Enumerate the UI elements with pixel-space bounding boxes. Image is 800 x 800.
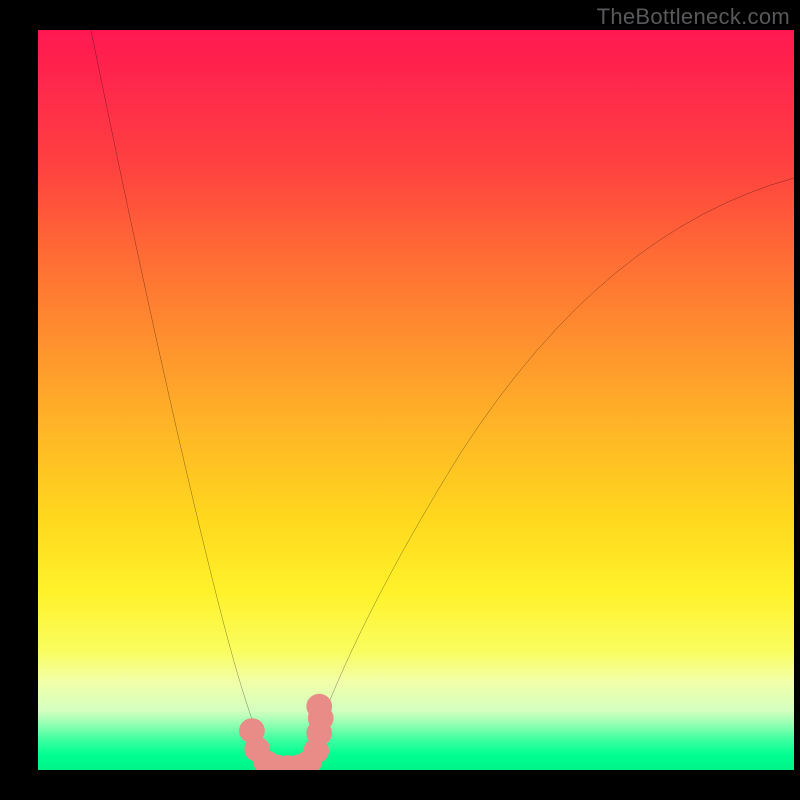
left-curve-path [91,30,265,752]
plot-area [38,30,794,770]
bottom-marker-group [239,694,334,770]
curve-overlay [38,30,794,770]
right-curve-path [310,178,794,752]
chart-container: TheBottleneck.com [0,0,800,800]
watermark-text: TheBottleneck.com [597,4,790,30]
